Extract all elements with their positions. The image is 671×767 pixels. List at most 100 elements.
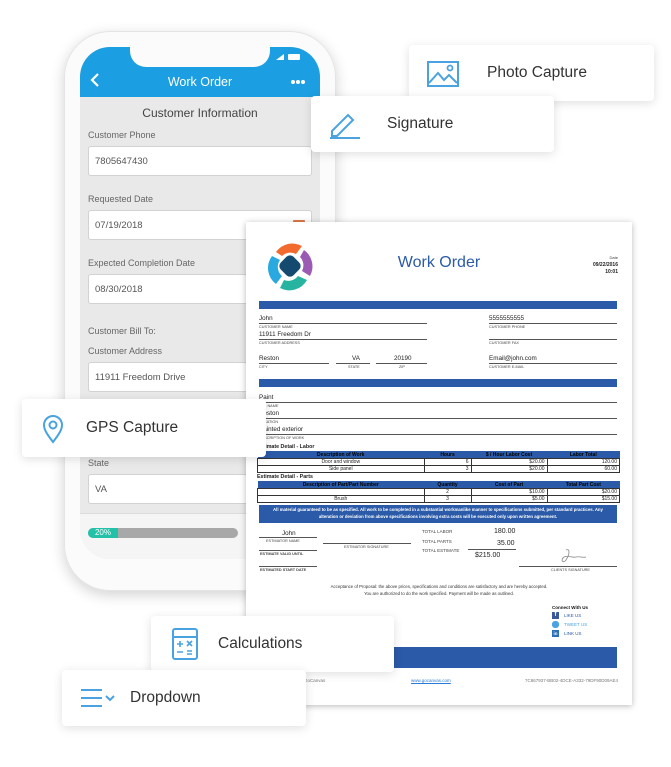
table-row: 2 $10.00 $20.00 [257, 488, 621, 496]
customer-zip: 20190 [394, 355, 412, 362]
customer-email-label: CUSTOMER E-MAIL [489, 365, 525, 369]
table-cell: $20.00 [470, 458, 548, 466]
customer-phone-label: CUSTOMER PHONE [489, 325, 526, 329]
column-header: Labor Total [547, 451, 620, 459]
divider [468, 549, 516, 550]
acceptance-text: Acceptance of Proposal: the above prices… [330, 584, 548, 589]
start-date-label: ESTIMATED START DATE [260, 568, 307, 572]
customer-phone-label: Customer Phone [88, 130, 156, 140]
total-labor: 180.00 [494, 528, 516, 535]
divider [519, 566, 617, 567]
twitter-link-label: TWEET US [564, 622, 588, 627]
table-cell: $5.00 [470, 495, 548, 503]
divider [259, 537, 317, 538]
document-date: 09/22/2016 [592, 262, 618, 268]
feature-label: Signature [387, 115, 454, 132]
table-cell [257, 488, 425, 496]
table-row: Side panel 3 $20.00 60.00 [257, 465, 621, 473]
customer-state: VA [352, 355, 360, 362]
labor-table: Description of Work Hours $ / Hour Labor… [257, 451, 621, 473]
document-title: Work Order [397, 254, 481, 271]
table-cell: $15.00 [546, 495, 621, 503]
divider [259, 339, 427, 340]
section-band [259, 379, 617, 387]
facebook-icon: f [552, 612, 560, 619]
page-title: Work Order [167, 75, 233, 89]
customer-address-value: 11911 Freedom Drive [95, 371, 186, 383]
feature-label: Calculations [218, 635, 303, 652]
divider [259, 418, 617, 419]
total-estimate-label: TOTAL ESTIMATE [422, 548, 460, 553]
requested-date-label: Requested Date [88, 194, 154, 204]
twitter-link[interactable]: TWEET US [552, 620, 588, 629]
feature-card-dropdown: Dropdown [62, 670, 306, 726]
linkedin-icon: in [552, 630, 560, 637]
customer-city: Reston [259, 355, 279, 362]
estimator-name: John [282, 530, 296, 537]
location-pin-icon [42, 415, 64, 444]
feature-label: Photo Capture [487, 64, 587, 81]
divider [489, 339, 617, 340]
city-label: CITY [259, 365, 268, 369]
divider [489, 363, 617, 364]
customer-phone-input[interactable]: 7805647430 [88, 146, 312, 176]
calculator-icon [172, 628, 198, 660]
feature-card-signature: Signature [311, 96, 554, 152]
table-cell: 6 [423, 458, 472, 466]
customer-fax-label: CUSTOMER FAX [489, 341, 519, 345]
divider [323, 543, 411, 544]
table-cell: 3 [423, 495, 472, 503]
client-signature-icon [561, 549, 587, 563]
state-value: VA [95, 483, 107, 495]
facebook-link[interactable]: f LIKE US [552, 611, 588, 620]
expected-completion-date-value: 08/30/2018 [95, 283, 143, 295]
phone-notch [130, 47, 270, 67]
footer-brand: GoCanvas [304, 678, 326, 683]
social-heading: Connect With Us [552, 605, 588, 610]
more-options-button[interactable] [290, 72, 306, 88]
zip-label: ZIP [399, 365, 405, 369]
total-parts-label: TOTAL PARTS [422, 539, 452, 544]
customer-name: John [259, 315, 273, 322]
table-cell: 3 [423, 465, 472, 473]
customer-name-label: CUSTOMER NAME [259, 325, 293, 329]
linkedin-link-label: LINK US [564, 631, 582, 636]
total-estimate: $215.00 [475, 552, 501, 559]
table-cell: 60.00 [546, 465, 621, 473]
total-labor-label: TOTAL LABOR [422, 529, 453, 534]
feature-card-gps-capture: GPS Capture [22, 399, 266, 457]
parts-heading: Estimate Detail - Parts [257, 474, 313, 480]
estimator-signature-label: ESTIMATOR SIGNATURE [344, 545, 389, 549]
linkedin-link[interactable]: in LINK US [552, 629, 588, 638]
acceptance-text: You are authorized to do the work specif… [364, 591, 514, 596]
divider [336, 363, 370, 364]
customer-phone-value: 7805647430 [95, 155, 148, 167]
table-cell: $20.00 [546, 488, 621, 496]
divider [259, 363, 329, 364]
customer-email: Email@john.com [489, 355, 537, 362]
image-icon [427, 61, 459, 87]
column-header: Quantity [424, 481, 472, 489]
more-dots-icon [291, 80, 305, 84]
divider [489, 323, 617, 324]
progress-fill: 20% [88, 528, 118, 538]
document-time: 10:01 [605, 269, 618, 275]
feature-label: GPS Capture [86, 419, 179, 436]
feature-card-calculations: Calculations [151, 616, 394, 672]
total-parts: 35.00 [497, 540, 515, 547]
facebook-link-label: LIKE US [564, 613, 582, 618]
section-title: Customer Information [142, 106, 258, 120]
column-header: $ / Hour Labor Cost [471, 451, 548, 459]
website-link[interactable]: www.gocanvas.com [411, 678, 451, 683]
table-row: Door and window 6 $20.00 120.00 [257, 458, 621, 466]
customer-address: 11911 Freedom Dr [259, 331, 311, 338]
column-header: Total Part Cost [547, 481, 620, 489]
disclaimer-text: All material guaranteed to be as specifi… [259, 505, 617, 523]
status-bar [276, 54, 300, 60]
social-links: Connect With Us f LIKE US TWEET US in LI… [552, 605, 588, 638]
table-cell: Brush [257, 495, 425, 503]
divider [259, 566, 317, 567]
column-header: Description of Part/Part Number [257, 481, 425, 489]
divider [376, 363, 427, 364]
battery-icon [288, 54, 300, 60]
